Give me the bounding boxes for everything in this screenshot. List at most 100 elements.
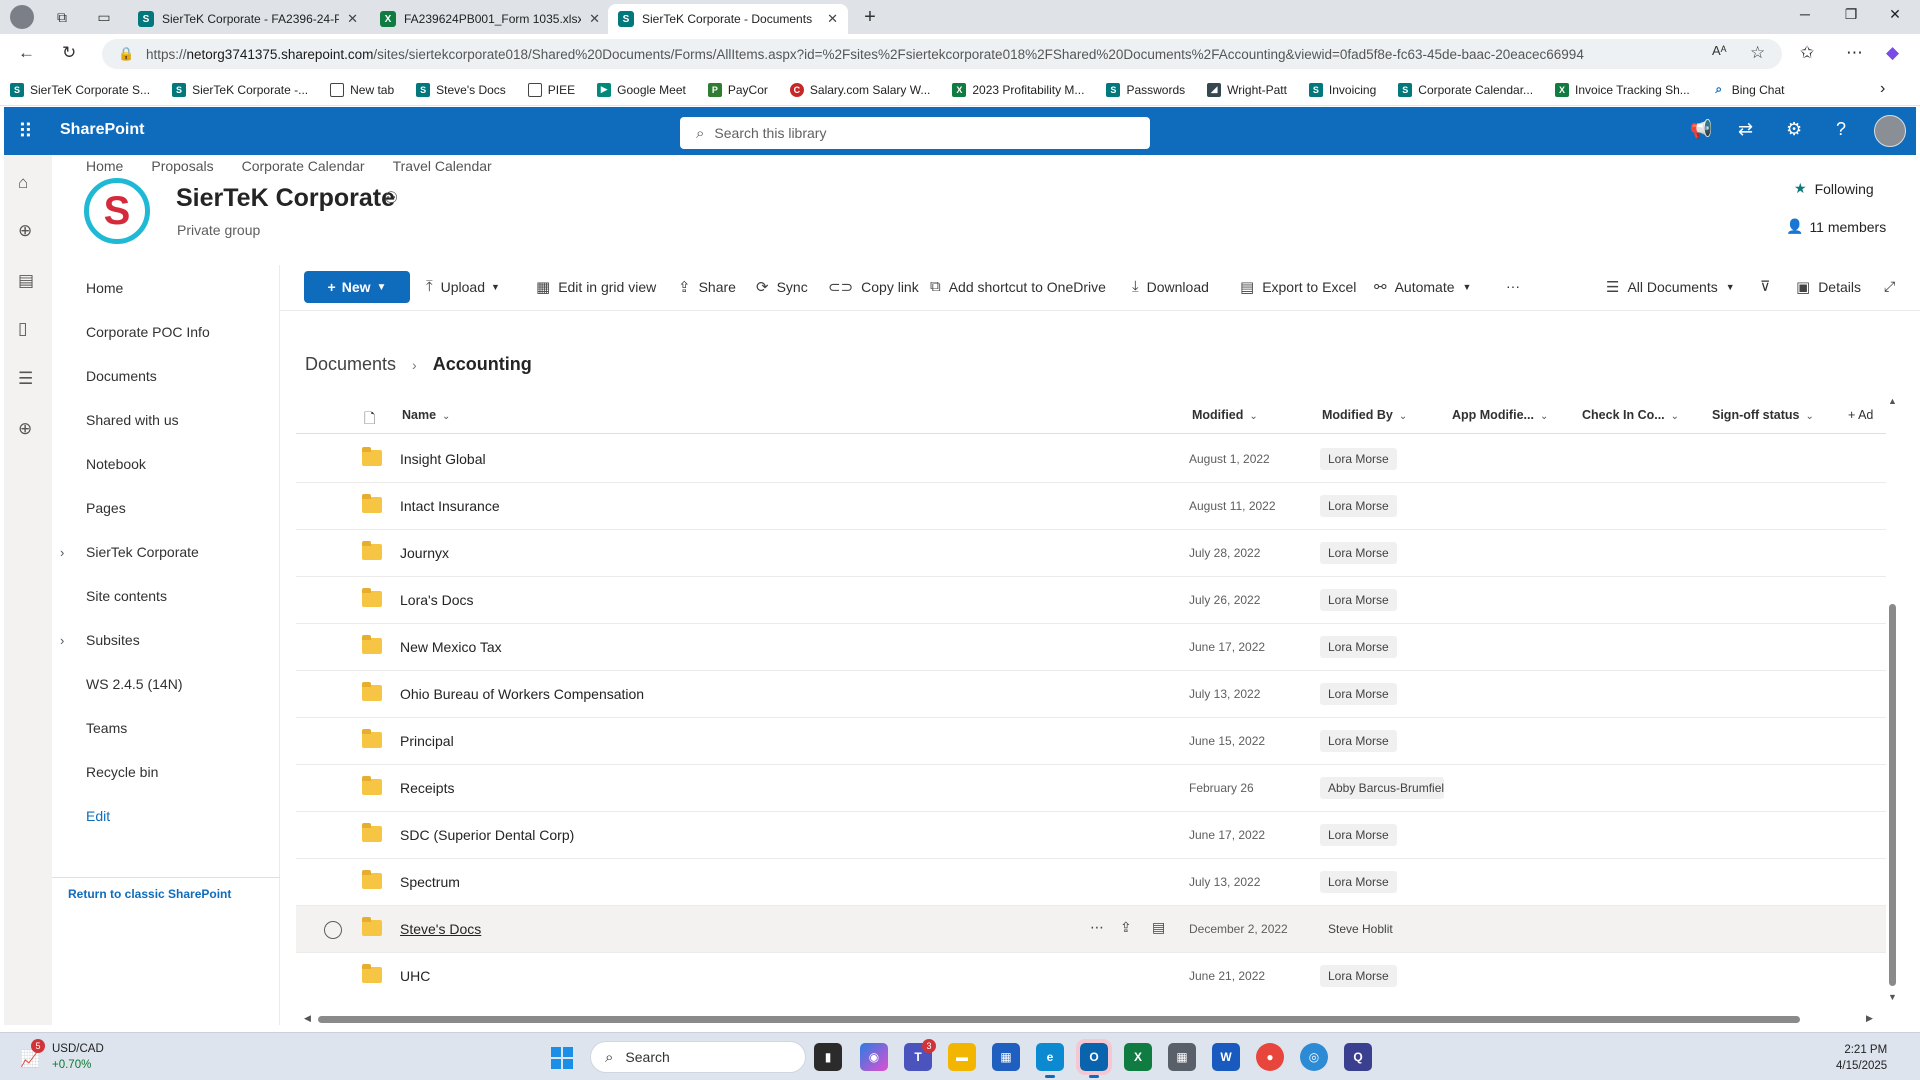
chevron-right-icon[interactable]: › (60, 545, 64, 560)
nav-home[interactable]: Home (86, 280, 123, 296)
workspaces-icon[interactable]: ⧉ (52, 7, 72, 27)
app-launcher-icon[interactable]: ⠿ (18, 119, 33, 144)
topnav-proposals[interactable]: Proposals (151, 158, 213, 174)
share-icon[interactable]: ⇪ (1120, 919, 1132, 936)
details-button[interactable]: ▣ Details (1796, 278, 1861, 296)
bookmark-item[interactable]: ▶ Google Meet (597, 82, 686, 97)
site-logo[interactable]: S (84, 178, 150, 244)
nav-shared-with-us[interactable]: Shared with us (86, 412, 179, 428)
bookmark-item[interactable]: P PayCor (707, 82, 768, 97)
avatar[interactable] (1874, 115, 1906, 147)
bookmark-item[interactable]: S SierTeK Corporate -... (172, 82, 308, 97)
megaphone-icon[interactable]: 📢 (1690, 119, 1712, 140)
modified-by-pill[interactable]: Lora Morse (1320, 730, 1397, 752)
nav-site-contents[interactable]: Site contents (86, 588, 167, 604)
profile-avatar[interactable] (10, 5, 34, 29)
file-name[interactable]: Journyx (400, 545, 449, 561)
table-row[interactable]: Principal June 15, 2022 Lora Morse (296, 718, 1886, 765)
file-name[interactable]: Intact Insurance (400, 498, 500, 514)
share-button[interactable]: ⇪ Share (678, 278, 736, 296)
store-icon[interactable]: ▦ (992, 1043, 1020, 1071)
export-excel-button[interactable]: ▤ Export to Excel (1240, 278, 1356, 296)
modified-by-pill[interactable]: Lora Morse (1320, 871, 1397, 893)
home-icon[interactable]: ⌂ (18, 173, 28, 193)
start-icon[interactable] (551, 1047, 573, 1069)
bookmark-item[interactable]: S Corporate Calendar... (1398, 82, 1533, 97)
bookmark-item[interactable]: ◢ Wright-Patt (1207, 82, 1287, 97)
table-row[interactable]: UHC June 21, 2022 Lora Morse (296, 953, 1886, 996)
horizontal-scroll-thumb[interactable] (318, 1016, 1800, 1023)
chevron-right-icon[interactable]: › (60, 633, 64, 648)
close-tab-icon[interactable]: ✕ (347, 11, 358, 27)
favorite-star-icon[interactable]: ☆ (1750, 43, 1765, 63)
vertical-scrollbar[interactable]: ▲ ▼ (1888, 396, 1898, 1008)
modified-by-pill[interactable]: Lora Morse (1320, 448, 1397, 470)
file-name[interactable]: Steve's Docs (400, 921, 481, 937)
nav-corporate-poc-info[interactable]: Corporate POC Info (86, 324, 210, 340)
file-name[interactable]: Receipts (400, 780, 454, 796)
create-icon[interactable]: ⊕ (18, 419, 32, 439)
chevron-right-icon[interactable]: › (1880, 80, 1885, 98)
bookmark-item[interactable]: PIEE (527, 82, 575, 97)
url-field[interactable]: 🔒 https://netorg3741375.sharepoint.com/s… (102, 39, 1782, 69)
globe-icon[interactable]: ⊕ (18, 221, 32, 241)
modified-by-pill[interactable]: Lora Morse (1320, 589, 1397, 611)
bookmark-item[interactable]: New tab (330, 82, 394, 97)
download-button[interactable]: ⤓ Download (1132, 278, 1209, 295)
add-column-button[interactable]: + Ad (1848, 408, 1873, 422)
file-name[interactable]: Spectrum (400, 874, 460, 890)
copy-link-button[interactable]: ⊂⊃ Copy link (828, 278, 919, 296)
bookmark-item[interactable]: S SierTeK Corporate S... (10, 82, 150, 97)
outlook-icon[interactable]: O (1076, 1039, 1112, 1078)
members-button[interactable]: 👤 11 members (1786, 218, 1886, 235)
site-title[interactable]: SierTeK Corporate (176, 184, 395, 213)
file-name[interactable]: New Mexico Tax (400, 639, 502, 655)
scroll-left-icon[interactable]: ◀ (304, 1013, 311, 1024)
system-clock[interactable]: 2:21 PM 4/15/2025 (1836, 1042, 1887, 1074)
table-row[interactable]: Spectrum July 13, 2022 Lora Morse (296, 859, 1886, 906)
nav-pages[interactable]: Pages (86, 500, 126, 516)
column-modified[interactable]: Modified ⌄ (1192, 408, 1258, 422)
browser-tab-2[interactable]: X FA239624PB001_Form 1035.xlsx ✕ (370, 4, 610, 34)
more-commands-button[interactable]: ··· (1506, 278, 1520, 294)
table-row[interactable]: Intact Insurance August 11, 2022 Lora Mors… (296, 483, 1886, 530)
sync-button[interactable]: ⟳ Sync (756, 278, 808, 296)
app-icon-2[interactable]: Q (1344, 1043, 1372, 1071)
edge-icon[interactable]: e (1036, 1043, 1064, 1078)
file-name[interactable]: UHC (400, 968, 430, 984)
app-icon[interactable]: ◎ (1300, 1043, 1328, 1071)
nav-ws-245[interactable]: WS 2.4.5 (14N) (86, 676, 182, 692)
gear-icon[interactable]: ⚙ (1786, 119, 1802, 140)
automate-button[interactable]: ⚯ Automate ▼ (1374, 278, 1471, 296)
app-name[interactable]: SharePoint (60, 121, 144, 139)
new-tab-icon[interactable]: + (860, 6, 880, 28)
copilot-app-icon[interactable]: ◉ (860, 1043, 888, 1071)
list-icon[interactable]: ☰ (18, 369, 33, 389)
nav-notebook[interactable]: Notebook (86, 456, 146, 472)
calculator-icon[interactable]: ▦ (1168, 1043, 1196, 1071)
nav-siertek-corporate[interactable]: SierTek Corporate (86, 544, 199, 560)
file-icon[interactable]: ▯ (18, 319, 27, 339)
column-name[interactable]: Name ⌄ (402, 408, 450, 422)
view-selector[interactable]: ☰ All Documents ▼ (1606, 278, 1735, 296)
browser-tab-3[interactable]: S SierTeK Corporate - Documents ✕ (608, 4, 848, 34)
read-aloud-icon[interactable]: Aᴬ (1712, 43, 1727, 58)
close-tab-icon[interactable]: ✕ (827, 11, 838, 27)
table-row[interactable]: Insight Global August 1, 2022 Lora Morse (296, 436, 1886, 483)
activity-icon[interactable]: ▤ (1152, 919, 1165, 936)
nav-documents[interactable]: Documents (86, 368, 157, 384)
horizontal-scrollbar[interactable]: ◀ ▶ (300, 1013, 1880, 1024)
copilot-icon[interactable]: ◆ (1886, 43, 1899, 63)
file-name[interactable]: Lora's Docs (400, 592, 473, 608)
word-icon[interactable]: W (1212, 1043, 1240, 1071)
modified-by-pill[interactable]: Lora Morse (1320, 683, 1397, 705)
bookmark-item[interactable]: S Passwords (1106, 82, 1185, 97)
teams-icon[interactable]: ⚇ (384, 188, 398, 208)
file-type-icon[interactable]: 🗋 (364, 408, 375, 432)
modified-by-pill[interactable]: Lora Morse (1320, 495, 1397, 517)
site-info-icon[interactable]: 🔒 (118, 46, 134, 62)
task-view-icon[interactable]: ▮ (814, 1043, 842, 1071)
modified-by-pill[interactable]: Lora Morse (1320, 824, 1397, 846)
modified-by-pill[interactable]: Lora Morse (1320, 542, 1397, 564)
widgets-button[interactable]: 📈 5 USD/CAD +0.70% (18, 1039, 104, 1073)
